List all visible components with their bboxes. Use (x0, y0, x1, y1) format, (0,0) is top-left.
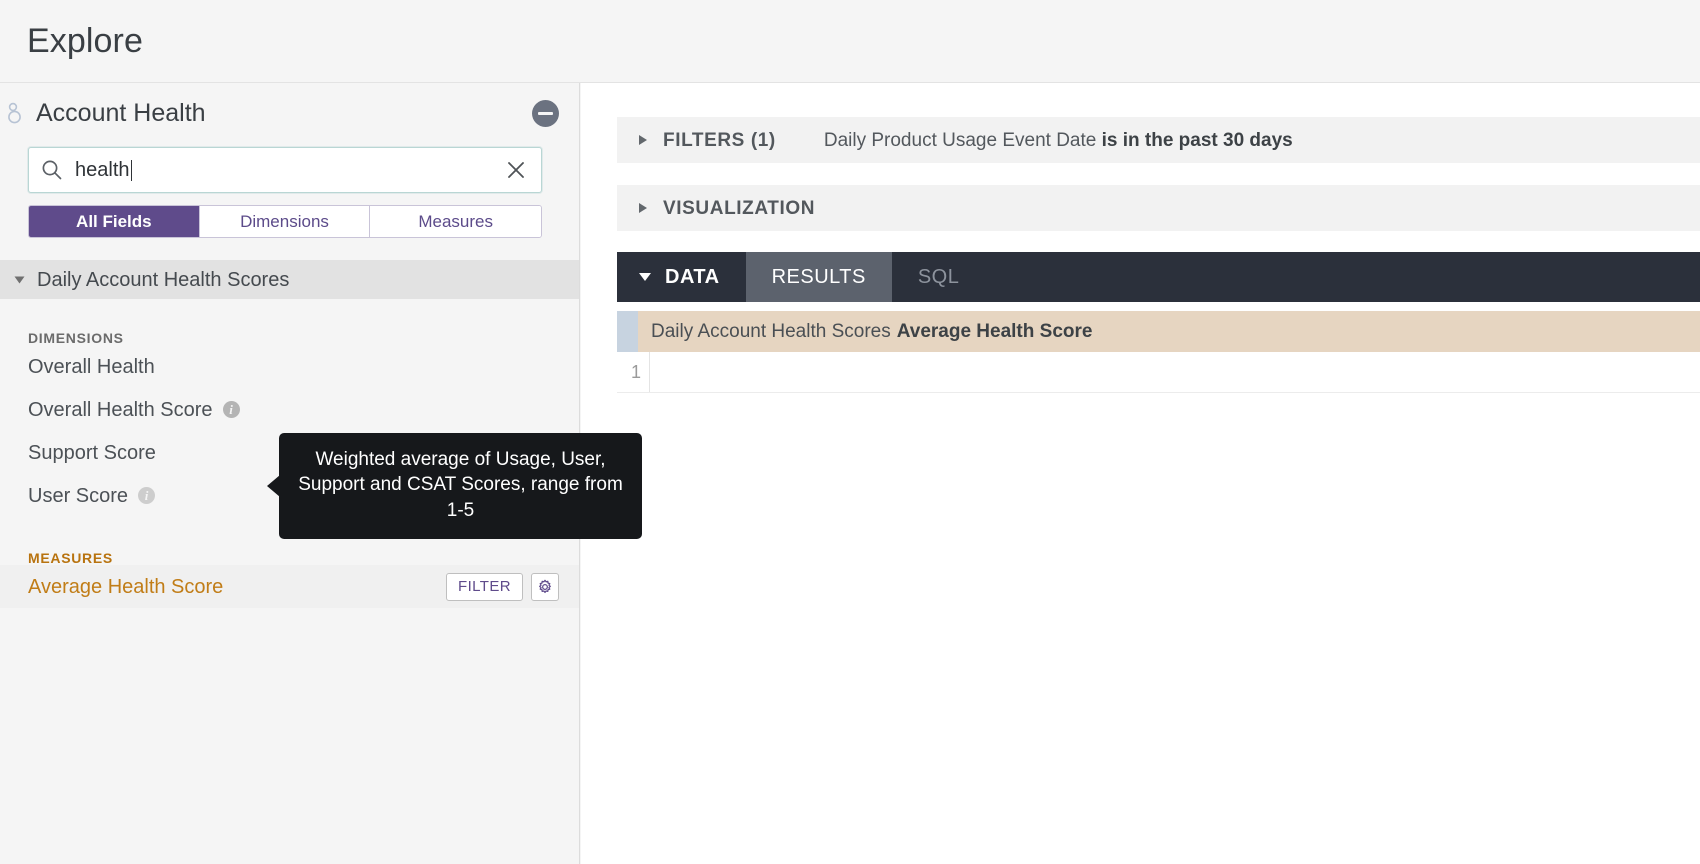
tab-dimensions[interactable]: Dimensions (199, 206, 371, 237)
explore-model-icon (4, 99, 32, 127)
filters-label: FILTERS (1) (663, 129, 776, 151)
measures-section-label: MEASURES (28, 550, 113, 566)
field-row[interactable]: Overall Health (0, 345, 579, 388)
table-cell (650, 352, 1700, 392)
info-icon[interactable]: i (138, 487, 156, 504)
visualization-label: VISUALIZATION (663, 197, 816, 219)
field-name: User Score (28, 484, 129, 507)
chevron-down-icon (14, 276, 25, 283)
column-view-name: Daily Account Health Scores (651, 321, 891, 342)
tab-measures[interactable]: Measures (370, 206, 541, 237)
explore-page: Explore Account Health health All Fields… (0, 0, 1700, 864)
field-name: Overall Health (28, 355, 155, 378)
row-number-header (617, 311, 638, 352)
tab-data[interactable]: DATA (617, 252, 746, 302)
field-name: Average Health Score (28, 575, 224, 598)
explore-name: Account Health (36, 98, 206, 127)
data-tab-strip: DATA RESULTS SQL (617, 252, 1700, 302)
tab-all-fields[interactable]: All Fields (29, 206, 200, 237)
explore-header: Account Health (0, 83, 579, 143)
view-group-label: Daily Account Health Scores (37, 268, 290, 291)
field-search-container[interactable]: health (28, 147, 542, 193)
minus-circle-icon[interactable] (532, 99, 559, 127)
gear-icon[interactable] (531, 572, 559, 601)
tab-data-label: DATA (665, 265, 720, 288)
filter-field: Daily Product Usage Event Date (823, 129, 1097, 151)
close-x-icon[interactable] (505, 159, 527, 181)
field-description-tooltip: Weighted average of Usage, User, Support… (267, 433, 642, 539)
info-icon[interactable]: i (222, 401, 240, 418)
visualization-bar[interactable]: VISUALIZATION (617, 185, 1700, 231)
tab-results[interactable]: RESULTS (745, 252, 892, 302)
results-table: Daily Account Health Scores Average Healt… (617, 311, 1700, 864)
dimensions-section-label: DIMENSIONS (28, 330, 124, 346)
minus-bar (538, 111, 553, 115)
page-title: Explore (27, 22, 143, 60)
search-icon (41, 159, 63, 181)
tab-sql[interactable]: SQL (892, 252, 986, 302)
table-row[interactable]: 1 (617, 352, 1700, 393)
column-header-average-health-score[interactable]: Daily Account Health Scores Average Healt… (638, 311, 1700, 352)
view-group-header[interactable]: Daily Account Health Scores (0, 260, 579, 299)
field-row-measure[interactable]: Average Health Score FILTER (0, 565, 579, 608)
filter-condition: is in the past 30 days (1101, 129, 1293, 151)
field-name: Support Score (28, 441, 156, 464)
field-type-tabs: All Fields Dimensions Measures (28, 205, 542, 238)
filter-button[interactable]: FILTER (446, 572, 523, 601)
page-header: Explore (0, 0, 1700, 83)
filters-bar[interactable]: FILTERS (1) Daily Product Usage Event Da… (617, 117, 1700, 163)
filter-summary: Daily Product Usage Event Date is in the… (824, 131, 1293, 150)
search-input[interactable]: health (75, 160, 505, 181)
column-field-name: Average Health Score (896, 321, 1093, 342)
chevron-right-icon (639, 203, 647, 213)
field-name: Overall Health Score (28, 398, 213, 421)
row-number: 1 (617, 352, 650, 392)
chevron-right-icon (639, 135, 647, 145)
caret-down-icon (639, 273, 651, 281)
explore-main-panel: FILTERS (1) Daily Product Usage Event Da… (581, 83, 1700, 864)
results-header-row: Daily Account Health Scores Average Healt… (617, 311, 1700, 352)
field-row[interactable]: Overall Health Score i (0, 388, 579, 431)
